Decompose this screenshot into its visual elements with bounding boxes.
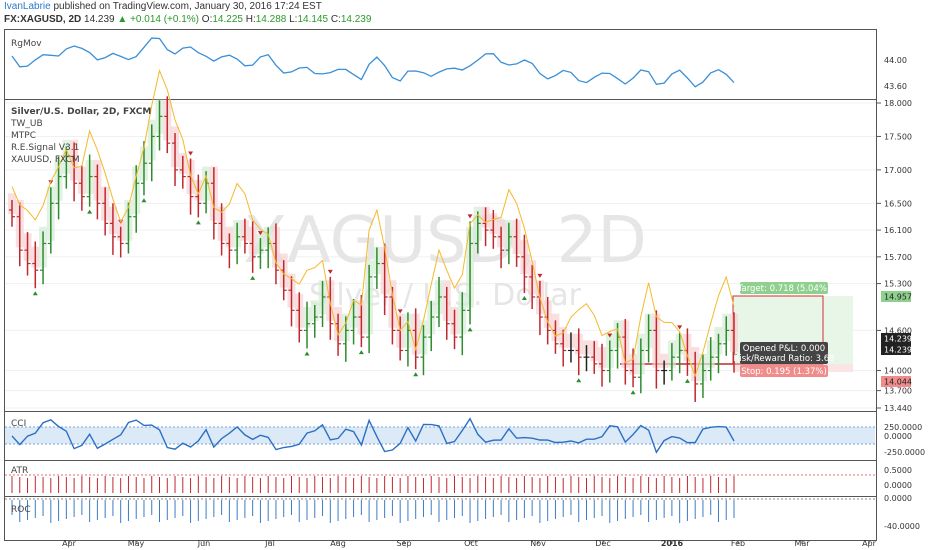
time-tick-label: Aug [330,539,346,548]
cci-tick-label: 0.0000 [884,432,912,441]
price-tick-label: 15.700 [884,253,912,262]
target-price-text: 14.957 [884,293,912,302]
target-label: Target: 0.718 (5.04%) [737,284,831,294]
time-tick-label: Dec [595,539,610,548]
buy-signal-marker [87,209,93,214]
price-tick-label: 17.500 [884,132,912,141]
cci-tick-label: -250.0000 [884,448,925,457]
price-tick-label: 17.000 [884,166,912,175]
cci-label: CCI [11,419,26,429]
price-tick-label: 15.300 [884,280,912,289]
rr-label: Risk/Reward Ratio: 3.68 [733,354,834,364]
buy-signal-marker [576,378,582,383]
atr-histogram [11,476,735,493]
roc-label: ROC [11,505,31,515]
time-tick-label: May [128,539,145,548]
legend-entry: Silver/U.S. Dollar, 2D, FXCM [11,107,151,117]
time-tick-label: Feb [731,539,745,548]
time-tick-label: Jun [197,539,211,548]
buy-signal-marker [467,327,473,332]
atr-label: ATR [11,466,28,476]
buy-signal-marker [304,351,310,356]
legend-entry: XAUUSD, FXCM [11,155,80,165]
time-tick-label: Oct [464,539,478,548]
time-tick-label: Apr [862,539,877,548]
sell-signal-marker [188,151,194,156]
price-tick-label: 18.000 [884,99,912,108]
time-tick-label: Mar [794,539,810,548]
atr-tick-label: 0.5000 [884,466,912,475]
legend-entry: MTPC [11,131,36,141]
legend-entry: TW_UB [10,119,43,129]
time-tick-label: Jul [264,539,275,548]
buy-signal-marker [141,198,147,203]
buy-signal-marker [195,220,201,225]
price-tick-label: 14.000 [884,367,912,376]
buy-signal-marker [32,291,38,296]
time-tick-label: 2016 [661,539,684,548]
price-tick-label: 13.440 [884,404,912,413]
stop-price-text: 14.044 [884,378,912,387]
roc-tick-label: -40.0000 [884,522,920,531]
atr-tick-label: 0.0000 [884,481,912,490]
rgmov-tick-label: 43.60 [884,82,907,91]
legend-entry: R.E.Signal V3.1 [11,143,79,153]
rgmov-line [11,37,735,88]
rgmov-label: RgMov [11,39,42,49]
time-tick-label: Nov [530,539,546,548]
price-tick-label: 13.700 [884,387,912,396]
roc-histogram [11,500,735,523]
sell-signal-marker [677,325,683,330]
time-tick-label: Apr [62,539,77,548]
stop-label: Stop: 0.195 (1.37%) [741,367,827,377]
buy-signal-marker [358,350,364,355]
roc-tick-label: 0.0000 [884,494,912,503]
chart-canvas[interactable]: XAGUSD, 2D Silver / U.S. Dollar RgMov Si… [0,0,932,550]
price-tick-label: 16.500 [884,199,912,208]
price-tick-label: 16.100 [884,226,912,235]
cci-tick-label: 250.0000 [884,423,922,432]
buy-signal-marker [684,378,690,383]
last-price-text: 14.239 [884,335,912,344]
time-tick-label: Sep [396,539,411,548]
rgmov-tick-label: 44.00 [884,56,907,65]
buy-signal-marker [413,372,419,377]
last-price-text-2: 14.239 [884,346,912,355]
